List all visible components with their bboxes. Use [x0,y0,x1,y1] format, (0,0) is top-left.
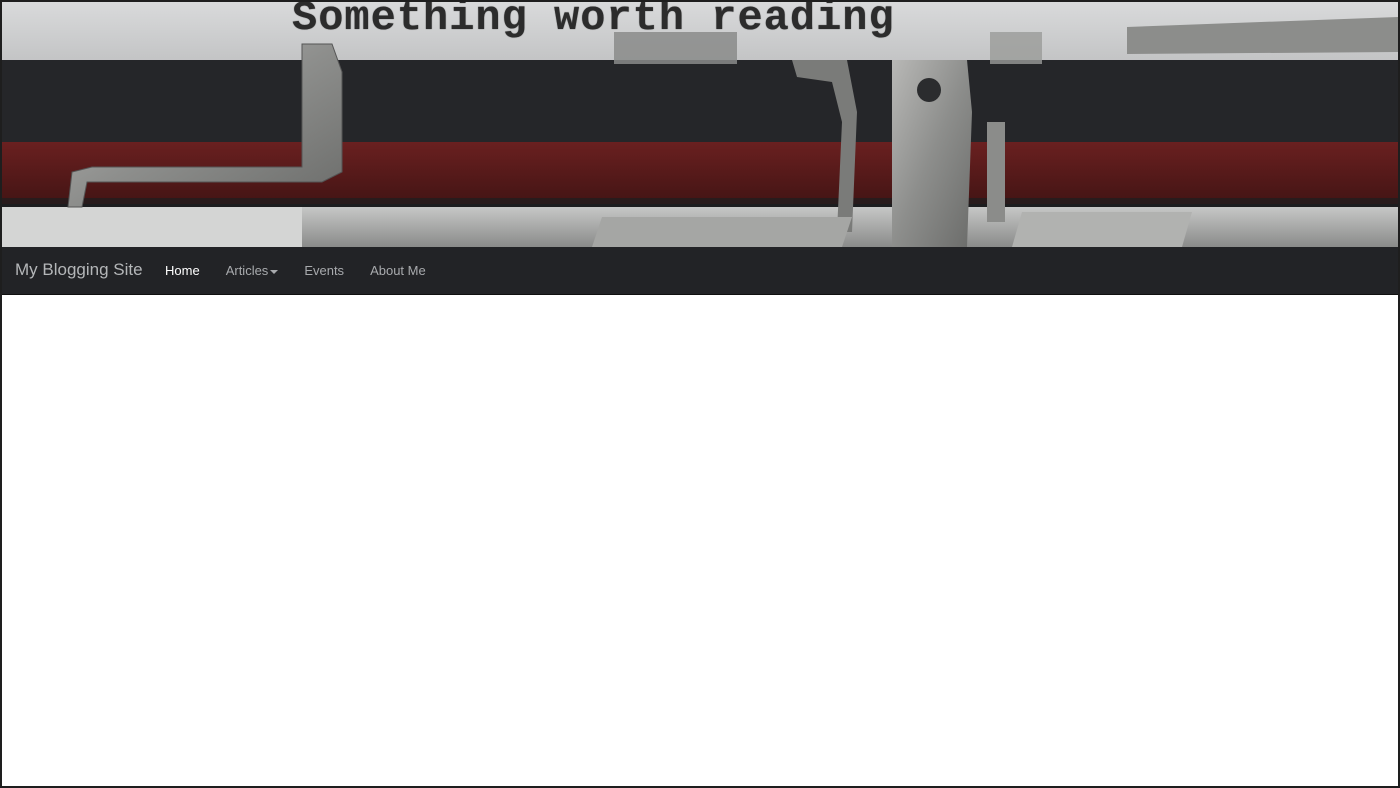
nav-link-about-me[interactable]: About Me [357,247,439,294]
nav-link-articles-dropdown[interactable]: Articles [213,247,292,294]
nav-item-events: Events [291,247,357,294]
caret-down-icon [270,269,279,274]
top-navbar: My Blogging Site Home Articles Events Ab… [2,247,1398,295]
nav-link-events[interactable]: Events [291,247,357,294]
nav-menu: Home Articles Events About Me [152,247,439,294]
nav-link-home[interactable]: Home [152,247,213,294]
nav-item-about-me: About Me [357,247,439,294]
main-content-area [2,295,1398,786]
banner-typed-text: Something worth reading [292,2,895,42]
browser-viewport: Something worth reading My Blogging Site… [0,0,1400,788]
header-banner: Something worth reading [2,2,1398,247]
nav-link-articles-label: Articles [225,263,269,278]
nav-item-home: Home [152,247,213,294]
site-brand-link[interactable]: My Blogging Site [15,260,143,280]
nav-item-articles: Articles [213,247,292,294]
